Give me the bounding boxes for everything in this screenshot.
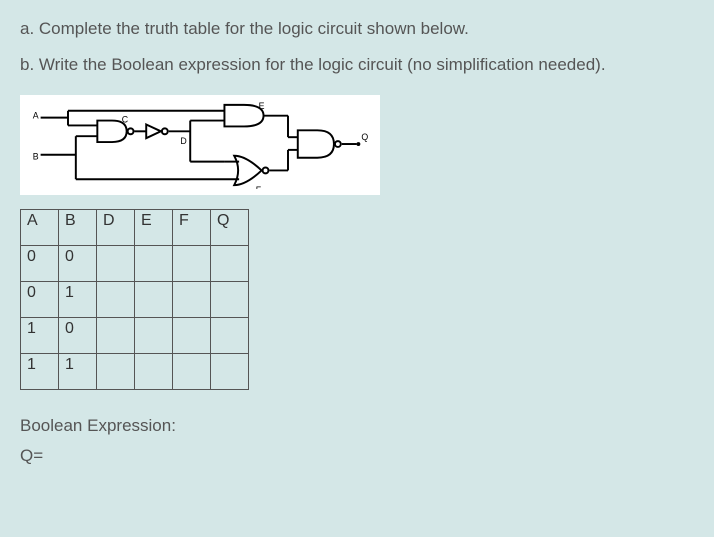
col-b: B xyxy=(59,210,97,246)
cell[interactable] xyxy=(173,318,211,354)
cell[interactable] xyxy=(211,354,249,390)
label-d: D xyxy=(180,136,186,146)
truth-table: A B D E F Q 0 0 0 1 1 0 xyxy=(20,209,249,390)
q-equals-label[interactable]: Q= xyxy=(20,446,694,466)
table-header-row: A B D E F Q xyxy=(21,210,249,246)
cell[interactable] xyxy=(135,246,173,282)
circuit-svg: A B C D E F xyxy=(26,101,374,189)
cell[interactable] xyxy=(173,354,211,390)
table-row: 0 1 xyxy=(21,282,249,318)
cell[interactable] xyxy=(211,318,249,354)
cell: 1 xyxy=(59,354,97,390)
boolean-expression-label: Boolean Expression: xyxy=(20,416,694,436)
cell[interactable] xyxy=(97,282,135,318)
cell: 0 xyxy=(59,318,97,354)
cell[interactable] xyxy=(97,246,135,282)
question-a: a. Complete the truth table for the logi… xyxy=(20,16,694,42)
cell[interactable] xyxy=(211,246,249,282)
cell: 0 xyxy=(59,246,97,282)
table-row: 1 1 xyxy=(21,354,249,390)
cell[interactable] xyxy=(135,354,173,390)
table-row: 0 0 xyxy=(21,246,249,282)
table-row: 1 0 xyxy=(21,318,249,354)
cell[interactable] xyxy=(173,246,211,282)
col-d: D xyxy=(97,210,135,246)
label-a: A xyxy=(33,111,39,121)
col-a: A xyxy=(21,210,59,246)
label-q: Q xyxy=(361,132,368,142)
cell: 0 xyxy=(21,246,59,282)
question-b: b. Write the Boolean expression for the … xyxy=(20,52,694,78)
cell[interactable] xyxy=(135,282,173,318)
cell[interactable] xyxy=(135,318,173,354)
col-f: F xyxy=(173,210,211,246)
cell[interactable] xyxy=(211,282,249,318)
cell: 1 xyxy=(21,354,59,390)
cell[interactable] xyxy=(97,318,135,354)
cell: 1 xyxy=(59,282,97,318)
label-b: B xyxy=(33,152,39,162)
cell: 0 xyxy=(21,282,59,318)
logic-circuit-diagram: A B C D E F xyxy=(20,95,380,195)
col-q: Q xyxy=(211,210,249,246)
cell: 1 xyxy=(21,318,59,354)
label-f: F xyxy=(256,185,262,189)
cell[interactable] xyxy=(97,354,135,390)
cell[interactable] xyxy=(173,282,211,318)
col-e: E xyxy=(135,210,173,246)
